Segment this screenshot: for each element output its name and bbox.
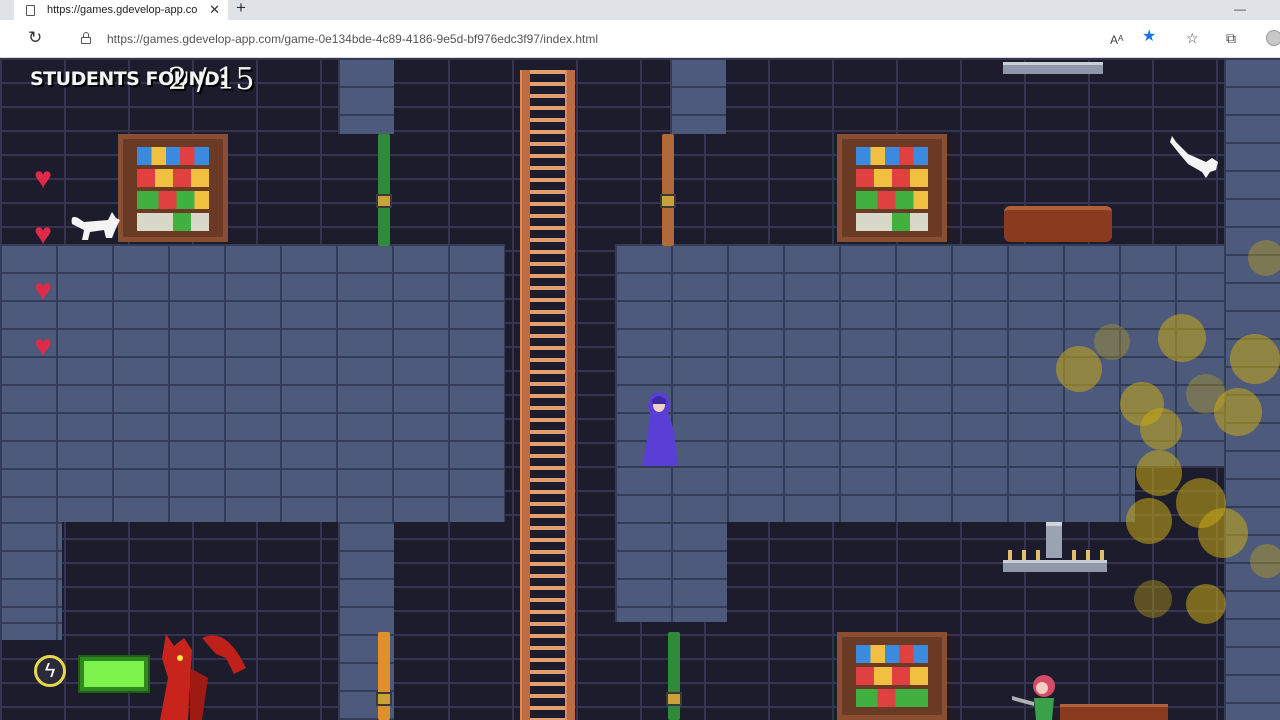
- bookcase-right: [837, 134, 947, 242]
- fog-orb: [1214, 388, 1262, 436]
- fog-orb: [1250, 544, 1280, 578]
- address-bar: ↻ https://games.gdevelop-app.com/game-0e…: [0, 20, 1280, 58]
- student-girl-sprite: [1012, 675, 1055, 720]
- hooded-wizard-player: [642, 392, 678, 466]
- white-cat-leaping-sprite: [1170, 136, 1218, 178]
- students-found-counter: 2 / 15: [168, 62, 255, 97]
- browser-tab[interactable]: https://games.gdevelop-app.com ✕: [14, 0, 228, 20]
- wooden-log: [1004, 206, 1112, 242]
- url-text[interactable]: https://games.gdevelop-app.com/game-0e13…: [107, 32, 598, 46]
- candle: [1100, 550, 1104, 560]
- stone-floor-lower-left: [0, 522, 62, 622]
- new-tab-button[interactable]: +: [236, 0, 246, 16]
- favorites-list-icon[interactable]: ☆: [1186, 30, 1199, 46]
- bookcase-left: [118, 134, 228, 242]
- bookcase-bottom: [837, 632, 947, 720]
- red-demon-enemy: [160, 634, 246, 720]
- energy-bar-fill: [84, 661, 144, 687]
- stone-floor-upper-left: [0, 244, 505, 522]
- candle: [1086, 550, 1090, 560]
- collections-icon[interactable]: ⧉: [1226, 30, 1236, 46]
- white-cat-sprite: [71, 212, 120, 240]
- orange-lamp-post: [660, 134, 676, 246]
- stone-floor-mid-right: [615, 466, 1135, 522]
- fog-orb: [1230, 334, 1280, 384]
- fog-orb: [1186, 584, 1226, 624]
- fog-orb: [1198, 508, 1248, 558]
- window-minimize-button[interactable]: —: [1234, 2, 1246, 16]
- candelabra: [1046, 522, 1062, 558]
- favorite-star-icon[interactable]: ★: [1142, 29, 1156, 45]
- stone-column-top: [338, 58, 394, 134]
- wooden-ladder: [520, 70, 575, 720]
- orange-lamp-post-lower: [376, 632, 392, 720]
- candle: [1036, 550, 1040, 560]
- heart-icon: ♥: [34, 274, 52, 307]
- profile-avatar[interactable]: [1266, 30, 1280, 46]
- lightning-bolt-icon: ϟ: [34, 655, 66, 687]
- stone-ledge-bottom: [0, 622, 62, 640]
- stone-column-top-right: [670, 58, 726, 134]
- wooden-log-lower: [1060, 704, 1168, 720]
- stone-column-lower-right: [615, 522, 727, 622]
- tab-close-icon[interactable]: ✕: [209, 3, 220, 16]
- candle: [1008, 550, 1012, 560]
- fog-orb: [1126, 498, 1172, 544]
- heart-icon: ♥: [34, 330, 52, 363]
- fog-orb: [1094, 324, 1130, 360]
- fog-orb: [1158, 314, 1206, 362]
- heart-icon: ♥: [34, 218, 52, 251]
- reload-icon[interactable]: ↻: [28, 29, 42, 47]
- read-aloud-icon[interactable]: Aᴬ: [1110, 32, 1123, 48]
- lock-icon[interactable]: [81, 32, 91, 44]
- page-icon: [26, 4, 35, 16]
- fog-orb: [1134, 580, 1172, 618]
- candle: [1022, 550, 1026, 560]
- green-lamp-post: [376, 134, 392, 246]
- fog-orb: [1248, 240, 1280, 276]
- stone-ledge-top-right: [1003, 62, 1103, 74]
- energy-bar: [78, 655, 150, 693]
- tab-title: https://games.gdevelop-app.com: [47, 4, 197, 16]
- game-canvas[interactable]: ♥ ♥ ♥ ♥ STUDENTS FOUND: 2 / 15 ϟ: [0, 58, 1280, 720]
- heart-icon: ♥: [34, 162, 52, 195]
- browser-tab-strip: https://games.gdevelop-app.com ✕ + —: [0, 0, 1280, 20]
- stone-ledge-candles: [1003, 560, 1107, 572]
- fog-orb: [1136, 450, 1182, 496]
- fog-orb: [1140, 408, 1182, 450]
- green-lamp-post-lower: [666, 632, 682, 720]
- fog-orb: [1056, 346, 1102, 392]
- candle: [1072, 550, 1076, 560]
